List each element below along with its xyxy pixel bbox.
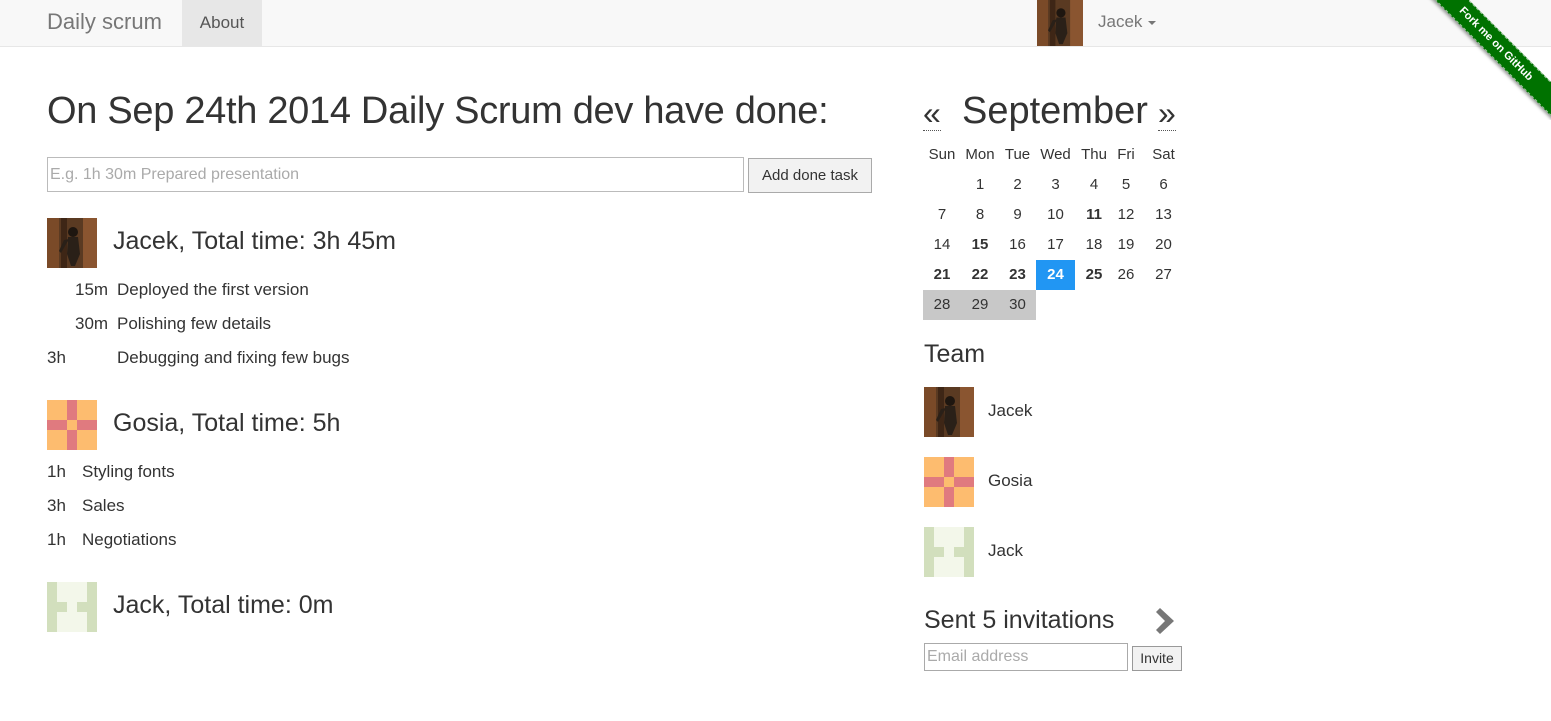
calendar-day[interactable]: 21 (923, 260, 961, 290)
task-time: 3h (47, 496, 66, 515)
page-title: On Sep 24th 2014 Daily Scrum dev have do… (47, 90, 829, 132)
calendar-weekday: Fri (1117, 146, 1135, 163)
calendar-month: September (962, 90, 1148, 132)
calendar-day[interactable]: 12 (1113, 200, 1139, 230)
calendar-weekday: Mon (965, 146, 995, 163)
avatar (924, 527, 974, 577)
calendar-day[interactable]: 20 (1145, 230, 1182, 260)
calendar-day[interactable]: 26 (1113, 260, 1139, 290)
calendar-day[interactable]: 25 (1075, 260, 1113, 290)
team-member-name: Gosia (988, 471, 1033, 490)
user-menu[interactable]: Jacek (1098, 12, 1157, 32)
calendar-day[interactable]: 24 (1036, 260, 1075, 290)
team-title: Team (924, 340, 986, 368)
calendar-day[interactable]: 14 (923, 230, 961, 260)
member-title: Jacek, Total time: 3h 45m (113, 227, 397, 255)
task-time: 1h (47, 462, 66, 481)
user-menu-label: Jacek (1098, 12, 1143, 31)
calendar-weekday: Sat (1152, 146, 1175, 163)
avatar (47, 218, 97, 268)
avatar (47, 400, 97, 450)
calendar-day[interactable]: 4 (1075, 170, 1113, 200)
chevron-right-icon[interactable] (1152, 608, 1176, 634)
calendar-day[interactable]: 17 (1036, 230, 1075, 260)
calendar-day[interactable]: 29 (961, 290, 999, 320)
github-ribbon[interactable]: Fork me on GitHub (1416, 0, 1551, 120)
task-time: 1h (47, 530, 66, 549)
calendar-day[interactable]: 6 (1145, 170, 1182, 200)
team-member[interactable]: Jack (924, 527, 1174, 577)
calendar-day[interactable]: 3 (1036, 170, 1075, 200)
member-title: Jack, Total time: 0m (113, 591, 334, 619)
calendar-weekday: Sun (928, 146, 956, 163)
calendar-day[interactable]: 13 (1145, 200, 1182, 230)
brand-link[interactable]: Daily scrum (47, 9, 162, 35)
avatar (924, 387, 974, 437)
calendar-prev-button[interactable]: « (923, 96, 941, 131)
calendar-day[interactable]: 15 (961, 230, 999, 260)
calendar-day[interactable]: 16 (999, 230, 1036, 260)
task-description: Sales (82, 496, 125, 515)
github-ribbon-wrap: Fork me on GitHub (1401, 0, 1551, 120)
task-input[interactable] (47, 157, 744, 192)
team-member[interactable]: Gosia (924, 457, 1174, 507)
calendar-day[interactable]: 7 (923, 200, 961, 230)
calendar-day[interactable]: 23 (999, 260, 1036, 290)
calendar-weekday: Tue (1004, 146, 1031, 163)
team-member-name: Jack (988, 541, 1023, 560)
task-description: Debugging and fixing few bugs (117, 348, 350, 367)
task-description: Styling fonts (82, 462, 175, 481)
calendar-day[interactable]: 18 (1075, 230, 1113, 260)
task-description: Polishing few details (117, 314, 272, 333)
calendar-day[interactable]: 10 (1036, 200, 1075, 230)
calendar-day[interactable]: 30 (999, 290, 1036, 320)
email-input[interactable] (924, 643, 1128, 671)
avatar (47, 582, 97, 632)
calendar-day[interactable]: 27 (1145, 260, 1182, 290)
add-task-button[interactable]: Add done task (748, 158, 872, 193)
invite-button[interactable]: Invite (1132, 646, 1182, 671)
user-avatar[interactable] (1035, 0, 1085, 46)
invitations-title: Sent 5 invitations (924, 606, 1115, 634)
task-time: 3h (47, 348, 66, 367)
nav-about[interactable]: About (182, 0, 262, 46)
calendar-weekday: Thu (1081, 146, 1107, 163)
calendar-day[interactable]: 22 (961, 260, 999, 290)
calendar-day[interactable]: 8 (961, 200, 999, 230)
task-description: Negotiations (82, 530, 177, 549)
team-member-name: Jacek (988, 401, 1033, 420)
calendar-next-button[interactable]: » (1158, 96, 1176, 131)
calendar-weekday: Wed (1040, 146, 1071, 163)
calendar-day[interactable]: 19 (1113, 230, 1139, 260)
calendar-day[interactable]: 2 (999, 170, 1036, 200)
calendar-day[interactable]: 9 (999, 200, 1036, 230)
task-time: 15m (75, 280, 109, 299)
calendar-day[interactable]: 28 (923, 290, 961, 320)
task-description: Deployed the first version (117, 280, 309, 299)
navbar: Daily scrum About Jacek (0, 0, 1551, 47)
caret-down-icon (1148, 20, 1157, 25)
team-member[interactable]: Jacek (924, 387, 1174, 437)
member-title: Gosia, Total time: 5h (113, 409, 341, 437)
calendar-day[interactable]: 5 (1113, 170, 1139, 200)
avatar (924, 457, 974, 507)
calendar-day[interactable]: 11 (1075, 200, 1113, 230)
calendar-day[interactable]: 1 (961, 170, 999, 200)
task-time: 30m (75, 314, 109, 333)
